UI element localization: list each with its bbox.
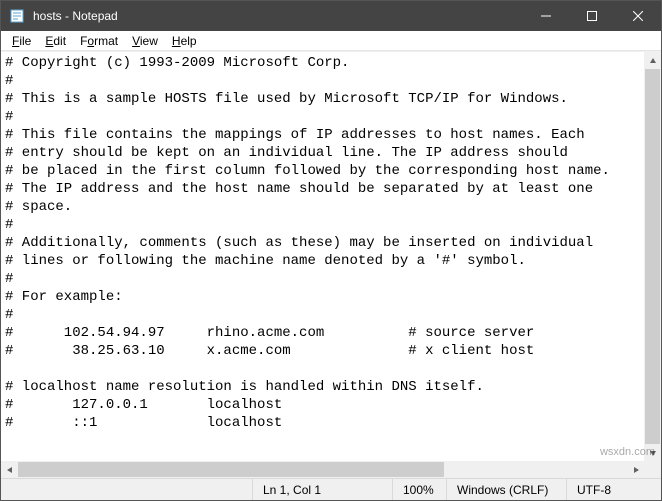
scroll-right-icon[interactable] bbox=[627, 461, 644, 478]
scroll-down-icon[interactable] bbox=[644, 444, 661, 461]
menu-file[interactable]: File bbox=[5, 33, 38, 49]
status-encoding: UTF-8 bbox=[566, 479, 661, 500]
menu-edit[interactable]: Edit bbox=[38, 33, 73, 49]
status-zoom: 100% bbox=[392, 479, 446, 500]
scrollbar-corner bbox=[644, 461, 661, 478]
maximize-button[interactable] bbox=[569, 1, 615, 31]
status-bar: Ln 1, Col 1 100% Windows (CRLF) UTF-8 bbox=[1, 478, 661, 500]
status-line-ending: Windows (CRLF) bbox=[446, 479, 566, 500]
menu-format[interactable]: Format bbox=[73, 33, 125, 49]
status-position: Ln 1, Col 1 bbox=[252, 479, 392, 500]
scrollbar-v-track[interactable] bbox=[644, 69, 661, 444]
title-bar[interactable]: hosts - Notepad bbox=[1, 1, 661, 31]
horizontal-scrollbar[interactable] bbox=[1, 461, 644, 478]
app-icon bbox=[9, 8, 25, 24]
minimize-button[interactable] bbox=[523, 1, 569, 31]
vertical-scrollbar[interactable] bbox=[644, 52, 661, 461]
status-spacer bbox=[1, 479, 252, 500]
scroll-up-icon[interactable] bbox=[644, 52, 661, 69]
scroll-left-icon[interactable] bbox=[1, 461, 18, 478]
menu-help[interactable]: Help bbox=[165, 33, 204, 49]
scrollbar-v-thumb[interactable] bbox=[645, 69, 660, 444]
menu-view[interactable]: View bbox=[125, 33, 165, 49]
close-button[interactable] bbox=[615, 1, 661, 31]
window-title: hosts - Notepad bbox=[31, 9, 523, 23]
editor-area: # Copyright (c) 1993-2009 Microsoft Corp… bbox=[1, 51, 661, 478]
scrollbar-h-track[interactable] bbox=[18, 461, 627, 478]
text-editor[interactable]: # Copyright (c) 1993-2009 Microsoft Corp… bbox=[1, 52, 644, 461]
menu-bar: File Edit Format View Help bbox=[1, 31, 661, 51]
scrollbar-h-thumb[interactable] bbox=[18, 462, 444, 477]
